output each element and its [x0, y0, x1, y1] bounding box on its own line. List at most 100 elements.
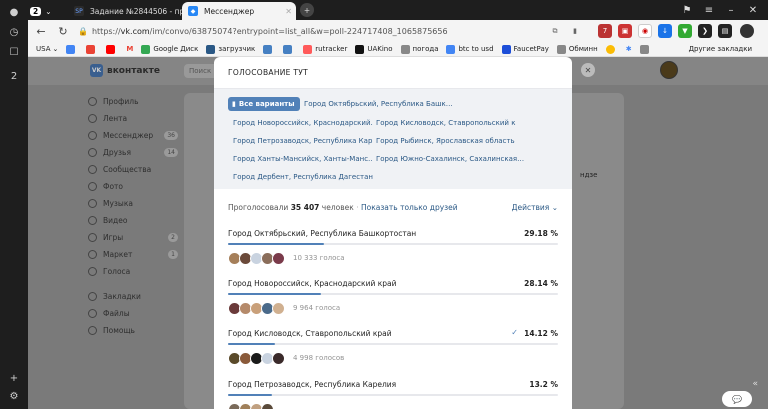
bookmarks-icon[interactable]: ☐ — [6, 44, 22, 60]
url-field[interactable]: 🔒 https:// vk.com /im/convo/63875074?ent… — [78, 23, 498, 39]
messenger-icon — [88, 131, 97, 140]
voter-avatar[interactable] — [261, 402, 274, 409]
poll-option-row[interactable]: Город Октябрьский, Республика Башкортост… — [228, 229, 558, 265]
tab-messenger[interactable]: ◆ Мессенджер ✕ — [182, 2, 296, 20]
vk-logo[interactable]: VK вконтакте — [90, 64, 160, 77]
bookmark-item[interactable]: FaucetPay — [501, 44, 549, 54]
bookmark-item[interactable] — [283, 44, 295, 54]
voter-avatars[interactable]: 4 998 голосов — [228, 351, 344, 365]
poll-option-row[interactable]: Город Петрозаводск, Республика Карелия 13… — [228, 380, 558, 409]
extension-icon[interactable]: ◉ — [638, 24, 652, 38]
bookmark-star-icon[interactable]: ▮ — [568, 24, 582, 38]
bookmark-item[interactable]: btc to usd — [446, 44, 494, 54]
poll-option-row[interactable]: Город Кисловодск, Ставропольский край ✓ 14… — [228, 328, 558, 365]
voter-avatars[interactable] — [228, 402, 274, 409]
voter-avatar[interactable] — [272, 251, 285, 265]
other-bookmarks[interactable]: Другие закладки — [689, 45, 752, 53]
bookmark-item[interactable]: загрузчик — [206, 44, 255, 54]
bookmark-item[interactable]: ✱ — [626, 45, 632, 53]
profile-icon[interactable]: ● — [6, 4, 22, 20]
extension-icon[interactable]: ▤ — [718, 24, 732, 38]
show-friends-only-link[interactable]: Показать только друзей — [361, 203, 458, 212]
bookmark-item[interactable]: Google Диск — [141, 44, 199, 54]
faucetpay-icon — [501, 44, 511, 54]
tab-close-icon[interactable]: ✕ — [281, 7, 296, 16]
extension-icon[interactable]: 7 — [598, 24, 612, 38]
settings-icon[interactable]: ⚙ — [6, 388, 22, 404]
chat-bubble-button[interactable]: 💬 — [722, 391, 752, 407]
actions-dropdown[interactable]: Действия ⌄ — [512, 203, 558, 212]
add-panel-icon[interactable]: + — [6, 370, 22, 386]
voter-avatar[interactable] — [272, 351, 285, 365]
voted-count: 35 407 — [290, 203, 320, 212]
nav-item-photos[interactable]: Фото — [88, 178, 178, 195]
nav-item-music[interactable]: Музыка — [88, 195, 178, 212]
bookmark-item[interactable]: UAKino — [355, 44, 393, 54]
bookmark-item[interactable]: rutracker — [303, 44, 347, 54]
tab-task[interactable]: SP Задание №2844506 - прос — [68, 2, 186, 20]
nav-item-messenger[interactable]: Мессенджер 36 — [88, 127, 178, 144]
variant-chip[interactable]: Город Рыбинск, Ярославская область — [376, 137, 526, 145]
profile-avatar-icon[interactable] — [740, 24, 754, 38]
download-icon[interactable]: ↓ — [658, 24, 672, 38]
nav-item-market[interactable]: Маркет 1 — [88, 246, 178, 263]
poll-option-percent: 14.12 % — [524, 329, 558, 338]
bookmark-item[interactable] — [263, 44, 275, 54]
nav-item-help[interactable]: Помощь — [88, 322, 178, 339]
bookmark-item[interactable] — [86, 44, 98, 54]
nav-item-friends[interactable]: Друзья 14 — [88, 144, 178, 161]
extension-icon[interactable]: ▼ — [678, 24, 692, 38]
close-modal-button[interactable]: ✕ — [581, 63, 595, 77]
nav-item-video[interactable]: Видео — [88, 212, 178, 229]
history-icon[interactable]: ◷ — [6, 24, 22, 40]
reload-icon[interactable]: ↻ — [56, 24, 70, 38]
voter-avatars[interactable]: 9 964 голоса — [228, 301, 340, 315]
nav-item-feed[interactable]: Лента — [88, 110, 178, 127]
copy-icon[interactable]: ⧉ — [548, 24, 562, 38]
voter-avatars[interactable]: 10 333 голоса — [228, 251, 345, 265]
minimize-icon[interactable]: – — [720, 0, 742, 20]
profile-icon — [88, 97, 97, 106]
poll-option-row[interactable]: Город Новороссийск, Краснодарский край 28… — [228, 279, 558, 315]
tab-count-icon[interactable]: 2 — [6, 68, 22, 84]
poll-option-label: Город Новороссийск, Краснодарский край — [228, 279, 397, 288]
nav-item-profile[interactable]: Профиль — [88, 93, 178, 110]
bookmark-item[interactable] — [106, 44, 118, 54]
bookmark-item[interactable]: M — [126, 45, 133, 53]
bookmark-item[interactable] — [605, 44, 618, 54]
back-icon[interactable]: ← — [34, 24, 48, 38]
bookmark-tab-icon[interactable]: ⚑ — [676, 0, 698, 20]
variant-chip[interactable]: Город Кисловодск, Ставропольский к… — [376, 119, 516, 127]
bookmark-item[interactable]: погода — [400, 44, 438, 54]
extension-icon[interactable]: ▣ — [618, 24, 632, 38]
variant-chip[interactable]: Город Ханты-Мансийск, Ханты-Манс… — [233, 155, 373, 163]
poll-option-percent: 29.18 % — [524, 229, 558, 238]
bookmark-label: Google Диск — [153, 45, 199, 53]
extension-icon[interactable]: ❯ — [698, 24, 712, 38]
scroll-up-icon[interactable]: « — [752, 379, 758, 389]
poll-option-label: Город Октябрьский, Республика Башкортост… — [228, 229, 417, 238]
bookmark-item[interactable] — [66, 44, 78, 54]
tab-counter[interactable]: 2 ⌄ — [30, 2, 60, 20]
variant-chip[interactable]: Город Дербент, Республика Дагестан — [233, 173, 383, 181]
variant-chip[interactable]: Город Южно-Сахалинск, Сахалинская… — [376, 155, 526, 163]
nav-item-votes[interactable]: Голоса — [88, 263, 178, 280]
user-avatar[interactable] — [660, 61, 678, 79]
nav-item-files[interactable]: Файлы — [88, 305, 178, 322]
nav-label: Сообщества — [103, 165, 152, 174]
close-window-icon[interactable]: ✕ — [742, 0, 764, 20]
bookmark-item[interactable]: Обминн — [556, 44, 598, 54]
new-tab-button[interactable]: + — [300, 3, 314, 17]
variant-chip[interactable]: Город Новороссийск, Краснодарский… — [233, 119, 373, 127]
music-icon — [88, 199, 97, 208]
nav-item-communities[interactable]: Сообщества — [88, 161, 178, 178]
variant-chip[interactable]: Город Петрозаводск, Республика Кар… — [233, 137, 373, 145]
bookmark-item[interactable] — [639, 44, 652, 54]
nav-item-bookmarks[interactable]: Закладки — [88, 288, 178, 305]
menu-icon[interactable]: ≡ — [698, 0, 720, 20]
variant-chip[interactable]: Город Октябрьский, Республика Башк… — [304, 100, 464, 108]
all-variants-chip[interactable]: ▮ Все варианты — [228, 97, 300, 111]
bookmark-item[interactable]: USA ⌄ — [36, 45, 58, 53]
nav-item-games[interactable]: Игры 2 — [88, 229, 178, 246]
voter-avatar[interactable] — [272, 301, 285, 315]
